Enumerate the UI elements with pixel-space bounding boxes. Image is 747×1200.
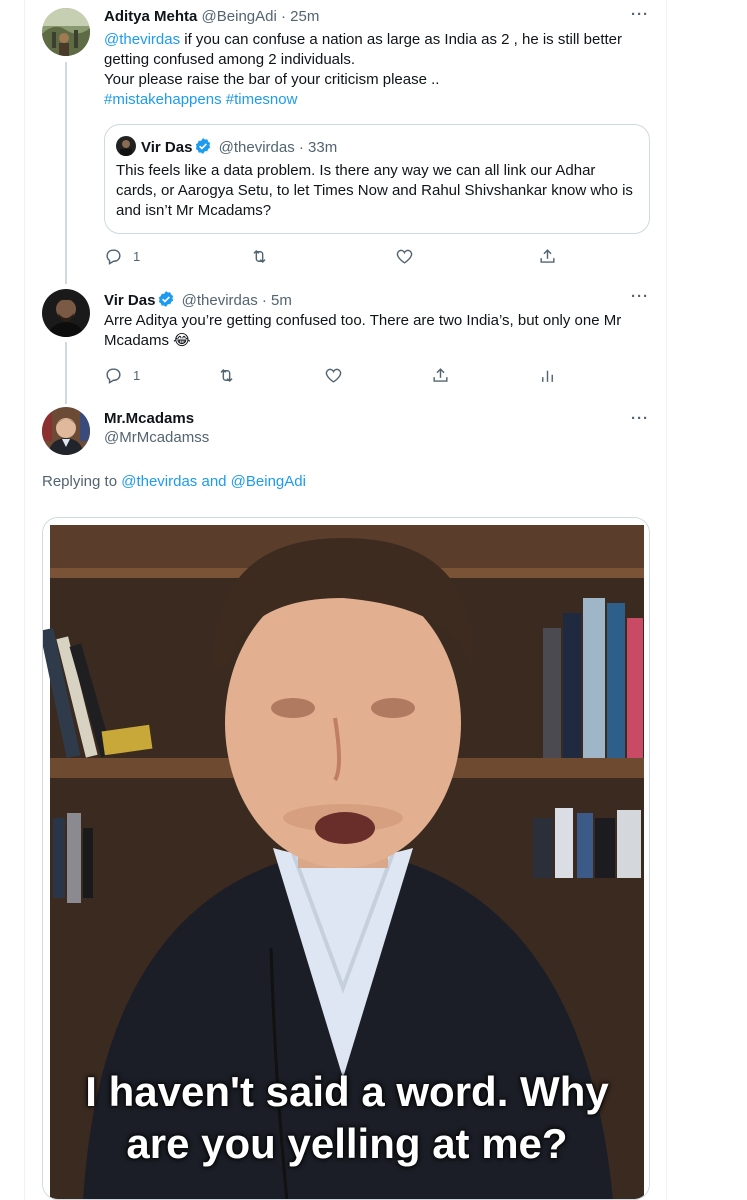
replying-to: Replying to @thevirdas and @BeingAdi [42,472,306,492]
timestamp[interactable]: 5m [271,292,292,309]
separator: · [276,8,291,25]
share-button[interactable] [538,247,557,266]
tweet-header: Mr.Mcadams @MrMcadamss [104,410,209,446]
reply-count: 1 [133,249,141,264]
share-icon [540,249,555,263]
more-icon[interactable]: ··· [631,410,649,427]
separator: · [257,292,272,309]
caption-line: I haven't said a word. Why [85,1068,609,1115]
hashtags[interactable]: #mistakehappens #timesnow [104,90,644,110]
share-icon [433,368,448,382]
reply-count: 1 [133,368,141,383]
reply-button[interactable]: 1 [104,366,140,385]
display-name: Vir Das [141,139,193,156]
more-icon[interactable]: ··· [631,6,649,23]
separator: · [294,139,309,156]
text-line: cards, or Aarogya Setu, to let Times Now… [116,182,633,199]
timestamp[interactable]: 25m [290,8,319,25]
timestamp: 33m [308,139,338,156]
analytics-icon [542,370,553,382]
display-name[interactable]: Mr.Mcadams [104,410,209,427]
handle[interactable]: @MrMcadamss [104,429,209,446]
verified-icon [159,291,174,307]
video-caption: I haven't said a word. Why are you yelli… [43,1066,649,1170]
verified-icon [196,138,211,154]
text-line: and isn’t Mr Mcadams? [116,202,272,219]
avatar-image [42,289,90,337]
tweet-actions: 1 [104,247,564,267]
quoted-tweet[interactable]: Vir Das @thevirdas · 33m This feels like… [104,124,650,234]
reply-icon [106,368,121,384]
handle: @thevirdas [218,139,295,156]
display-name[interactable]: Vir Das [104,292,155,309]
mention-link[interactable]: @thevirdas [104,31,180,48]
analytics-button[interactable] [538,366,557,385]
caption-line: are you yelling at me? [126,1120,568,1167]
like-icon [396,249,413,264]
tweet-text: @thevirdas if you can confuse a nation a… [104,30,644,110]
avatar[interactable] [42,407,90,455]
text-line: Mcadams 😂 [104,332,191,349]
avatar-image [42,8,90,56]
handle[interactable]: @thevirdas [182,292,258,309]
avatar-image [116,136,136,156]
like-button[interactable] [395,247,414,266]
reply-button[interactable]: 1 [104,247,140,266]
tweet-header: Aditya Mehta @BeingAdi · 25m [104,8,319,25]
tweet-actions: 1 [104,366,564,386]
text-line: This feels like a data problem. Is there… [116,162,596,179]
replying-prefix: Replying to [42,473,122,490]
retweet-button[interactable] [250,247,269,266]
avatar[interactable] [42,8,90,56]
text-line: if you can confuse a nation as large as … [180,31,623,48]
quote-header: Vir Das @thevirdas · 33m [141,137,337,156]
text-line: Arre Aditya you’re getting confused too.… [104,312,622,329]
quote-text: This feels like a data problem. Is there… [116,161,646,221]
more-icon[interactable]: ··· [631,288,649,305]
like-button[interactable] [324,366,343,385]
text-line: getting confused among 2 individuals. [104,51,356,68]
avatar[interactable] [42,289,90,337]
thread-line [65,342,67,404]
quote-avatar[interactable] [116,136,136,156]
reply-icon [106,249,121,265]
thread-line [65,62,67,284]
like-icon [325,368,342,383]
tweet-header: Vir Das @thevirdas · 5m [104,290,292,309]
retweet-button[interactable] [217,366,236,385]
text-line: Your please raise the bar of your critic… [104,71,440,88]
avatar-image [42,407,90,455]
share-button[interactable] [431,366,450,385]
handle[interactable]: @BeingAdi [202,8,277,25]
retweet-icon [220,368,233,383]
retweet-icon [253,249,266,264]
video-media[interactable]: I haven't said a word. Why are you yelli… [42,517,650,1200]
tweet-text: Arre Aditya you’re getting confused too.… [104,311,644,351]
replying-users-link[interactable]: @thevirdas and @BeingAdi [121,473,306,490]
display-name[interactable]: Aditya Mehta [104,8,197,25]
